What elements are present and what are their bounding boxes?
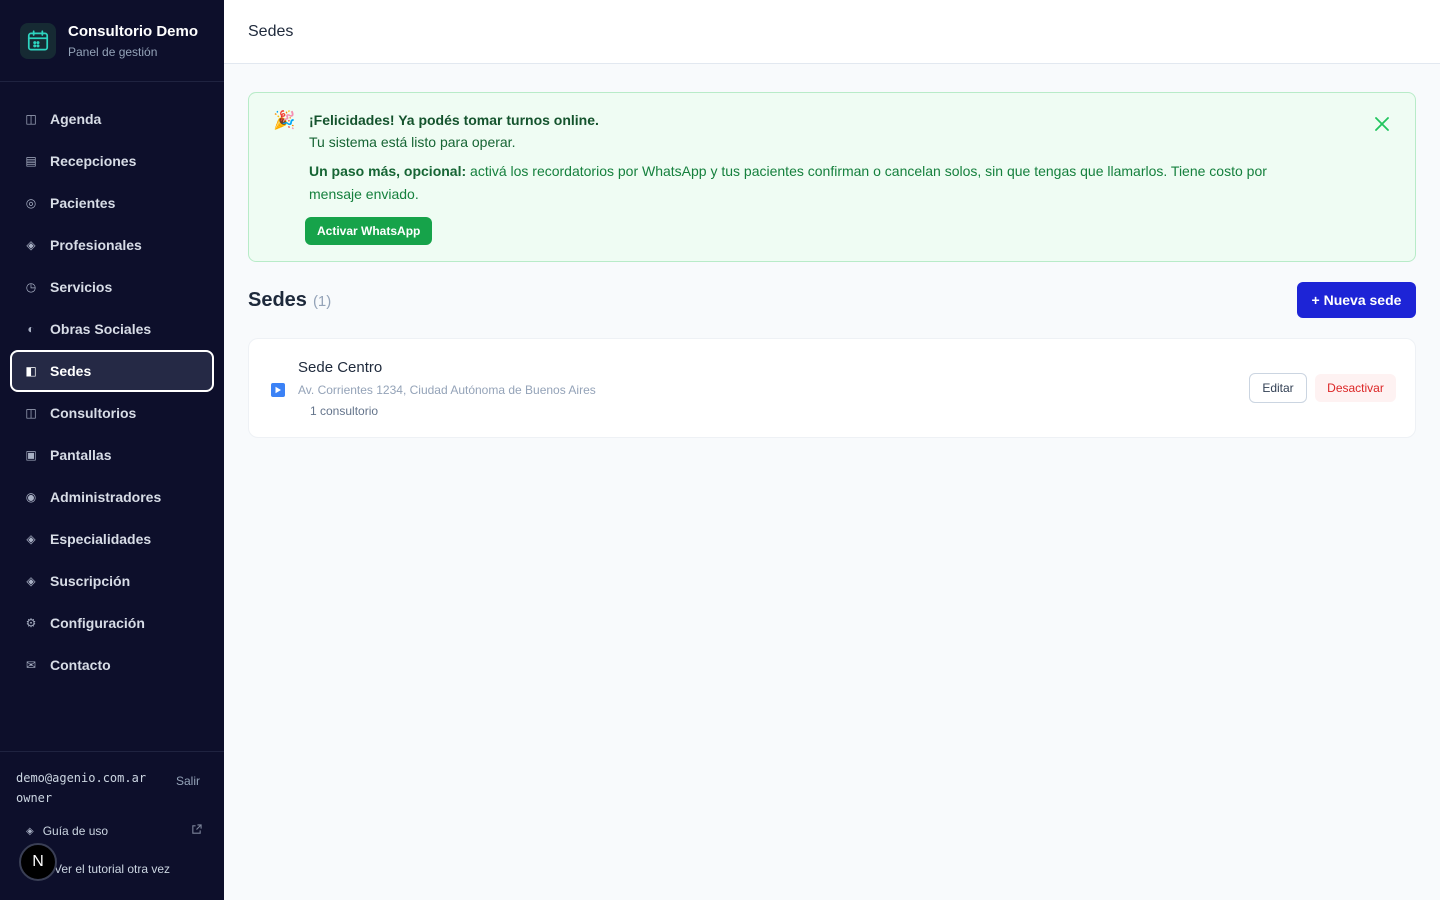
play-icon xyxy=(271,383,285,397)
guide-link[interactable]: ◈ Guía de uso xyxy=(26,824,202,838)
target-icon: ◎ xyxy=(25,196,37,210)
sidebar-item-label: Servicios xyxy=(50,279,113,295)
sidebar-item-suscripcion[interactable]: ◈ Suscripción xyxy=(10,560,214,602)
sidebar-item-label: Especialidades xyxy=(50,531,152,547)
close-icon[interactable] xyxy=(1373,115,1391,133)
sidebar-item-pantallas[interactable]: ▣ Pantallas xyxy=(10,434,214,476)
sede-consultorio-count: 1 consultorio xyxy=(310,404,379,418)
section-header: Sedes (1) xyxy=(248,289,331,312)
guide-label: Guía de uso xyxy=(42,824,109,838)
sidebar-item-label: Recepciones xyxy=(50,153,137,169)
sidebar-item-label: Profesionales xyxy=(50,237,142,253)
clock-icon: ◷ xyxy=(25,280,37,294)
calendar-logo-icon xyxy=(20,22,56,59)
banner-title: ¡Felicidades! Ya podés tomar turnos onli… xyxy=(309,112,599,128)
sidebar-item-label: Consultorios xyxy=(50,405,137,421)
sidebar-item-agenda[interactable]: ◫ Agenda xyxy=(10,98,214,140)
banner-lead: Un paso más, opcional: xyxy=(309,163,467,179)
sidebar-item-administradores[interactable]: ◉ Administradores xyxy=(10,476,214,518)
party-popper-icon: 🎉 xyxy=(273,110,296,130)
activate-whatsapp-button[interactable]: Activar WhatsApp xyxy=(305,217,433,245)
sidebar-item-recepciones[interactable]: ▤ Recepciones xyxy=(10,140,214,182)
sidebar-item-especialidades[interactable]: ◈ Especialidades xyxy=(10,518,214,560)
sede-address: Av. Corrientes 1234, Ciudad Autónoma de … xyxy=(298,383,596,397)
sidebar-item-pacientes[interactable]: ◎ Pacientes xyxy=(10,182,214,224)
dev-badge[interactable]: N xyxy=(19,843,57,881)
success-banner: 🎉 ¡Felicidades! Ya podés tomar turnos on… xyxy=(248,92,1416,262)
screen-icon: ▣ xyxy=(25,448,37,462)
tutorial-link[interactable]: Ver el tutorial otra vez xyxy=(54,862,170,876)
brand-subtitle: Panel de gestión xyxy=(68,44,158,59)
banner-subtitle: Tu sistema está listo para operar. xyxy=(309,134,516,150)
sidebar-item-label: Configuración xyxy=(50,615,145,631)
diamond-icon: ◈ xyxy=(26,574,36,588)
section-count: (1) xyxy=(312,293,332,310)
diamond-icon: ◈ xyxy=(26,825,34,837)
logout-button[interactable]: Salir xyxy=(176,774,200,808)
diamond-icon: ◈ xyxy=(26,532,36,546)
sidebar-item-label: Pacientes xyxy=(50,195,116,211)
sede-card: Sede Centro Av. Corrientes 1234, Ciudad … xyxy=(248,338,1416,438)
half-circle-icon: ◐ xyxy=(27,322,35,336)
deactivate-button[interactable]: Desactivar xyxy=(1315,374,1396,402)
sidebar-item-label: Obras Sociales xyxy=(50,321,152,337)
sidebar: Consultorio Demo Panel de gestión ◫ Agend… xyxy=(0,0,224,900)
topbar: Sedes xyxy=(224,0,1440,64)
panel-icon: ◧ xyxy=(25,364,37,378)
sidebar-item-label: Pantallas xyxy=(50,447,112,463)
brand: Consultorio Demo Panel de gestión xyxy=(0,0,224,82)
diamond-icon: ◈ xyxy=(26,238,36,252)
external-link-icon xyxy=(191,824,202,838)
brand-title: Consultorio Demo xyxy=(68,22,198,40)
banner-text: Un paso más, opcional: activá los record… xyxy=(309,160,1319,206)
user-info: demo@agenio.com.ar owner Salir xyxy=(0,752,224,808)
sidebar-item-profesionales[interactable]: ◈ Profesionales xyxy=(10,224,214,266)
columns-icon: ◫ xyxy=(25,112,37,126)
gear-icon: ⚙ xyxy=(25,616,37,630)
sidebar-item-servicios[interactable]: ◷ Servicios xyxy=(10,266,214,308)
columns-icon: ◫ xyxy=(25,406,37,420)
sidebar-item-label: Agenda xyxy=(50,111,102,127)
sidebar-footer: demo@agenio.com.ar owner Salir ◈ Guía de… xyxy=(0,751,224,876)
new-sede-button[interactable]: + Nueva sede xyxy=(1297,282,1416,318)
page-title: Sedes xyxy=(248,22,294,40)
user-role: owner xyxy=(16,791,53,805)
section-title: Sedes xyxy=(248,289,307,311)
sidebar-nav: ◫ Agenda ▤ Recepciones ◎ Pacientes ◈ Profesiona… xyxy=(10,98,214,686)
mail-icon: ✉ xyxy=(25,658,37,672)
sidebar-item-label: Contacto xyxy=(50,657,111,673)
sidebar-item-consultorios[interactable]: ◫ Consultorios xyxy=(10,392,214,434)
sidebar-item-sedes[interactable]: ◧ Sedes xyxy=(10,350,214,392)
sidebar-item-label: Sedes xyxy=(50,363,92,379)
sidebar-item-contacto[interactable]: ✉ Contacto xyxy=(10,644,214,686)
list-icon: ▤ xyxy=(25,154,37,168)
edit-button[interactable]: Editar xyxy=(1249,373,1307,403)
sidebar-item-label: Suscripción xyxy=(50,573,131,589)
user-email: demo@agenio.com.ar xyxy=(16,771,147,785)
sede-name: Sede Centro xyxy=(298,359,383,376)
sidebar-item-label: Administradores xyxy=(50,489,162,505)
sidebar-item-obras-sociales[interactable]: ◐ Obras Sociales xyxy=(10,308,214,350)
sidebar-item-configuracion[interactable]: ⚙ Configuración xyxy=(10,602,214,644)
dot-circle-icon: ◉ xyxy=(25,490,37,504)
